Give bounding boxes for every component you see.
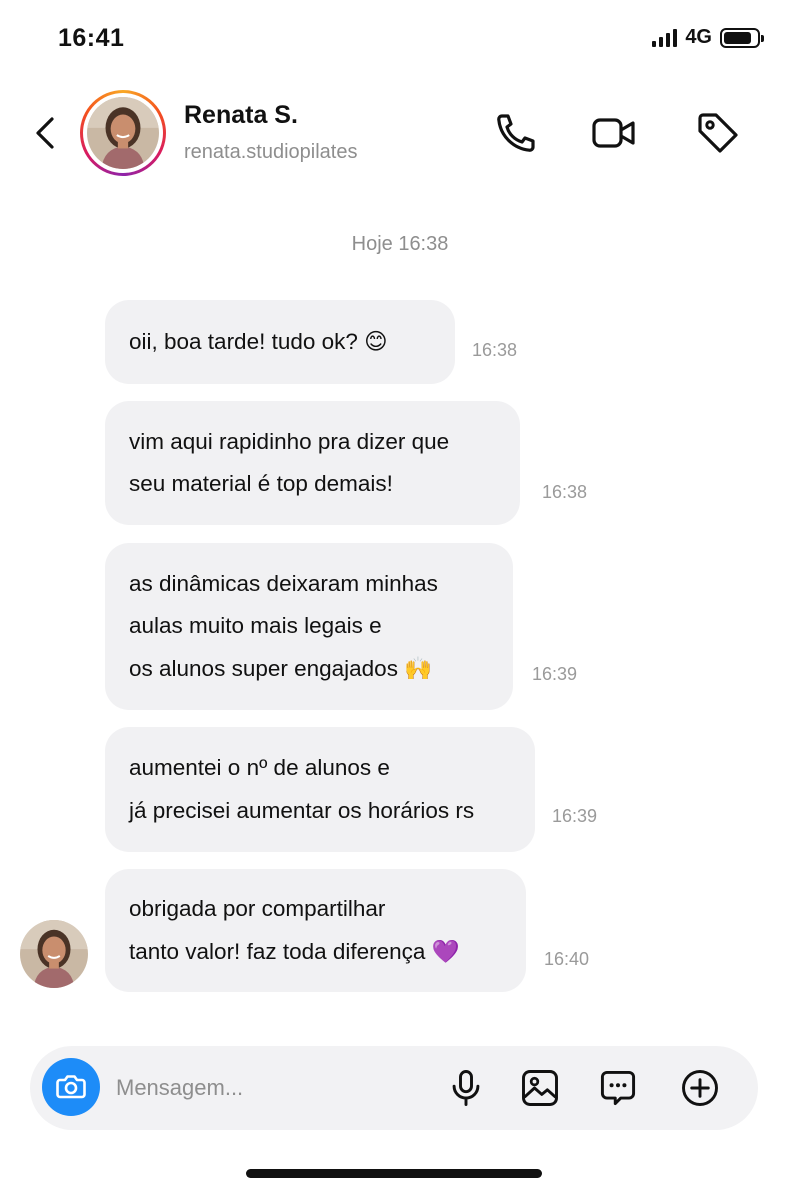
message-text: seu material é top demais! bbox=[129, 471, 393, 496]
video-camera-icon bbox=[592, 118, 635, 148]
message-bubble[interactable]: as dinâmicas deixaram minhas aulas muito… bbox=[105, 543, 513, 710]
message-bubble[interactable]: obrigada por compartilhar tanto valor! f… bbox=[105, 869, 526, 992]
message-text: os alunos super engajados 🙌 bbox=[129, 655, 433, 681]
message-text: as dinâmicas deixaram minhas bbox=[129, 570, 438, 596]
message-time: 16:39 bbox=[552, 806, 598, 826]
message-bubble[interactable]: oii, boa tarde! tudo ok? 😊 bbox=[105, 300, 455, 384]
tag-icon bbox=[698, 113, 738, 153]
plus-circle-icon bbox=[682, 1070, 718, 1106]
message-text: tanto valor! faz toda diferença 💜 bbox=[129, 938, 460, 964]
message-text: aulas muito mais legais e bbox=[129, 613, 382, 639]
message-text: oii, boa tarde! tudo ok? 😊 bbox=[129, 328, 388, 354]
message-input[interactable] bbox=[116, 1070, 436, 1106]
video-call-button[interactable] bbox=[590, 109, 638, 157]
message-text: vim aqui rapidinho pra dizer que bbox=[129, 428, 450, 454]
sticker-button[interactable] bbox=[596, 1066, 640, 1110]
voice-call-button[interactable] bbox=[492, 109, 540, 157]
voice-message-button[interactable] bbox=[444, 1066, 488, 1110]
chevron-left-icon bbox=[36, 117, 54, 149]
cellular-signal-icon bbox=[652, 28, 678, 47]
phone-icon bbox=[497, 114, 535, 152]
network-type: 4G bbox=[685, 26, 712, 48]
chat-header: Renata S. renata.studiopilates bbox=[0, 85, 800, 185]
microphone-icon bbox=[452, 1070, 480, 1106]
avatar-photo bbox=[20, 920, 88, 988]
message-bubble[interactable]: aumentei o nº de alunos e já precisei au… bbox=[105, 727, 535, 852]
message-text: já precisei aumentar os horários rs bbox=[129, 797, 475, 823]
message-time: 16:38 bbox=[472, 340, 518, 360]
battery-level bbox=[724, 31, 752, 44]
status-indicators: 4G bbox=[652, 26, 764, 49]
message-text: obrigada por compartilhar bbox=[129, 896, 386, 921]
date-separator: Hoje 16:38 bbox=[351, 233, 449, 255]
gallery-button[interactable] bbox=[518, 1066, 562, 1110]
message-bubble[interactable]: vim aqui rapidinho pra dizer que seu mat… bbox=[105, 401, 520, 525]
label-button[interactable] bbox=[694, 109, 742, 157]
contact-avatar[interactable] bbox=[80, 90, 166, 176]
sender-avatar[interactable] bbox=[20, 920, 88, 988]
camera-icon bbox=[56, 1075, 86, 1099]
battery-icon bbox=[720, 27, 764, 48]
contact-username[interactable]: renata.studiopilates bbox=[184, 141, 357, 164]
contact-name[interactable]: Renata S. bbox=[184, 101, 298, 130]
status-time: 16:41 bbox=[58, 24, 125, 52]
message-time: 16:39 bbox=[532, 664, 578, 684]
camera-button[interactable] bbox=[42, 1058, 100, 1116]
sticker-chat-icon bbox=[600, 1070, 636, 1106]
message-time: 16:38 bbox=[542, 482, 588, 502]
home-indicator[interactable] bbox=[246, 1169, 542, 1178]
avatar-photo bbox=[87, 97, 159, 169]
back-button[interactable] bbox=[28, 111, 64, 155]
message-composer bbox=[30, 1046, 758, 1130]
image-icon bbox=[522, 1070, 558, 1106]
message-text: aumentei o nº de alunos e bbox=[129, 755, 390, 780]
status-bar: 16:41 4G bbox=[0, 0, 800, 80]
more-options-button[interactable] bbox=[678, 1066, 722, 1110]
message-time: 16:40 bbox=[544, 949, 590, 969]
